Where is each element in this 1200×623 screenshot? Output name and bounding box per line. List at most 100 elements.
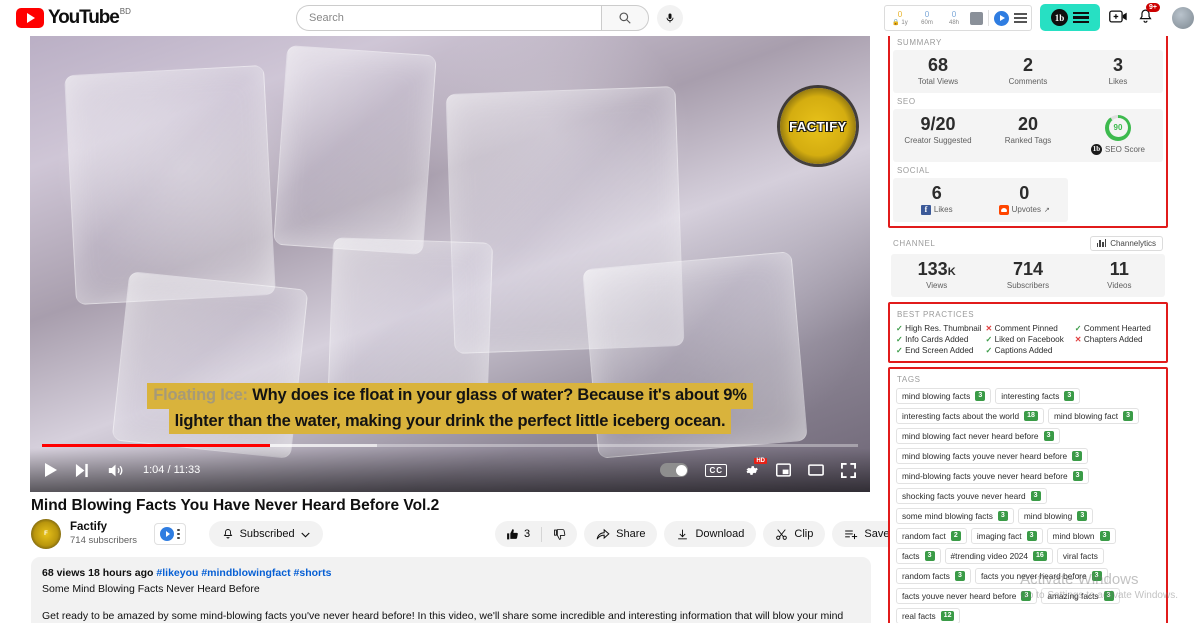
download-label: Download [695,528,745,540]
tag-rank-badge: 3 [1099,530,1110,541]
social-section-label: SOCIAL [897,165,930,175]
player-controls-right: CC HD [660,457,856,478]
vidiq-toolbar-button[interactable]: 1b [1040,4,1100,31]
tag-chip[interactable]: mind blowing facts 3 [896,387,992,404]
tag-chip[interactable]: facts 3 [896,547,941,564]
next-video-button[interactable] [75,463,90,478]
miniplayer-button[interactable] [776,463,791,477]
tag-chip[interactable]: facts youve never heard before 3 [896,587,1038,604]
account-avatar[interactable] [1172,7,1194,29]
tag-chip[interactable]: viral facts [1056,547,1104,564]
notifications-button[interactable]: 9+ [1137,3,1160,30]
like-button[interactable]: 3 [495,528,541,541]
tag-chip[interactable]: imaging fact 3 [970,527,1043,544]
video-description[interactable]: 68 views 18 hours ago #likeyou #mindblow… [31,557,871,623]
stat-value: 3 [1112,55,1123,75]
vidiq-play-icon[interactable] [994,10,1009,26]
search-button[interactable] [601,5,649,31]
tag-chip[interactable]: interesting facts about the world 18 [896,407,1044,424]
tag-chip[interactable]: facts you never heard before 3 [974,567,1108,584]
progress-track[interactable] [42,444,858,447]
tag-chip[interactable]: mind blown 3 [1046,527,1116,544]
share-button[interactable]: Share [584,521,658,547]
youtube-watch-page: YouTube BD Search 0 🔒 1y 0 60m 0 48h 1b … [0,0,1200,623]
seo-stats: 9/20 Creator Suggested 20 Ranked Tags 90… [893,108,1163,162]
voice-search-button[interactable] [657,5,683,31]
best-practice-label: Chapters Added [1081,334,1143,344]
volume-button[interactable] [107,463,124,478]
kebab-menu-icon[interactable] [177,528,180,540]
tag-chip[interactable]: some mind blowing facts 3 [896,507,1014,524]
clip-button[interactable]: Clip [763,521,826,547]
dislike-button[interactable] [542,528,577,541]
captions-button[interactable]: CC [705,463,727,477]
search-input[interactable]: Search [296,5,601,31]
social-label-row[interactable]: Upvotes ↗ [981,204,1069,215]
settings-button[interactable]: HD [744,457,767,478]
like-dislike-group: 3 [495,521,578,547]
stat-label: Likes [933,205,953,215]
subscribed-label: Subscribed [239,528,295,540]
stat-reddit-upvotes: 0 Upvotes ↗ [981,183,1069,215]
vidiq-stat-label: 48h [948,19,959,26]
tag-chip[interactable]: random facts 3 [896,567,971,584]
vidiq-menu-icon[interactable] [1014,13,1027,23]
video-player[interactable]: FACTIFY Floating Ice: Why does ice float… [30,30,870,492]
youtube-play-icon [16,8,44,28]
tag-chip[interactable]: amazing facts 3 [1041,587,1120,604]
best-practices-label: BEST PRACTICES [897,309,975,319]
reddit-icon [998,204,1009,215]
youtube-logo[interactable]: YouTube BD [16,7,131,28]
stat-seo-score: 90 1b SEO Score [1073,114,1163,155]
theater-mode-button[interactable] [808,463,824,477]
channel-name[interactable]: Factify [70,520,137,535]
tag-label: interesting facts [1001,390,1060,401]
tag-chip[interactable]: #trending video 2024 16 [944,547,1053,564]
caption-line-2: lighter than the water, making your drin… [168,408,732,434]
best-practice-label: High Res. Thumbnail [902,323,982,333]
stat-value: 68 [927,55,949,75]
external-link-icon[interactable]: ↗ [1044,206,1050,214]
tag-chip[interactable]: shocking facts youve never heard 3 [896,487,1047,504]
tag-rank-badge: 3 [975,390,986,401]
channel-stats: 133K Views 714 Subscribers 11 Videos [891,253,1165,297]
vidiq-channel-button[interactable] [154,523,186,545]
channel-info[interactable]: Factify 714 subscribers [70,520,137,547]
vidiq-mini-stats[interactable]: 0 🔒 1y 0 60m 0 48h [884,5,1032,31]
progress-buffer [270,444,377,447]
tag-rank-badge: 3 [1030,490,1041,501]
description-meta-row: 68 views 18 hours ago #likeyou #mindblow… [42,565,860,581]
miniplayer-icon [776,463,791,477]
stat-creator-suggested: 9/20 Creator Suggested [893,114,983,155]
view-count: 68 views [42,567,86,579]
video-actions: 3 Share Download Clip Save [495,521,935,547]
tag-chip[interactable]: mind-blowing facts youve never heard bef… [896,467,1089,484]
fullscreen-button[interactable] [841,462,856,478]
stat-total-views: 68 Total Views [893,56,983,86]
player-controls: 1:04 / 11:33 CC HD [30,448,870,492]
stat-ranked-tags: 20 Ranked Tags [983,114,1073,155]
description-hashtags[interactable]: #likeyou #mindblowingfact #shorts [156,567,331,579]
time-display: 1:04 / 11:33 [143,464,201,476]
vidiq-screenshot-icon[interactable] [970,11,983,25]
best-practice-label: End Screen Added [902,345,974,355]
tag-chip[interactable]: interesting facts 3 [995,387,1081,404]
create-button[interactable] [1109,9,1129,29]
tag-chip[interactable]: random fact 2 [896,527,967,544]
tag-chip[interactable]: mind blowing fact never heard before 3 [896,427,1060,444]
tag-chip[interactable]: mind blowing fact 3 [1047,407,1140,424]
avatar[interactable]: F [31,519,61,549]
subscribed-button[interactable]: Subscribed [208,521,323,547]
channelytics-button[interactable]: Channelytics [1089,235,1163,251]
divider [988,10,989,26]
tag-chip[interactable]: real facts 12 [896,607,961,623]
tag-chip[interactable]: mind blowing facts youve never heard bef… [896,447,1089,464]
stat-value: 714 [1012,258,1044,279]
tag-chip[interactable]: mind blowing 3 [1017,507,1094,524]
autoplay-toggle[interactable] [660,463,689,477]
caption-text: Why does ice float in your glass of wate… [252,386,747,405]
play-button[interactable] [44,462,58,478]
vidiq-stat-60m: 0 60m [916,10,938,26]
download-button[interactable]: Download [664,521,757,547]
tag-label: some mind blowing facts [902,510,993,521]
